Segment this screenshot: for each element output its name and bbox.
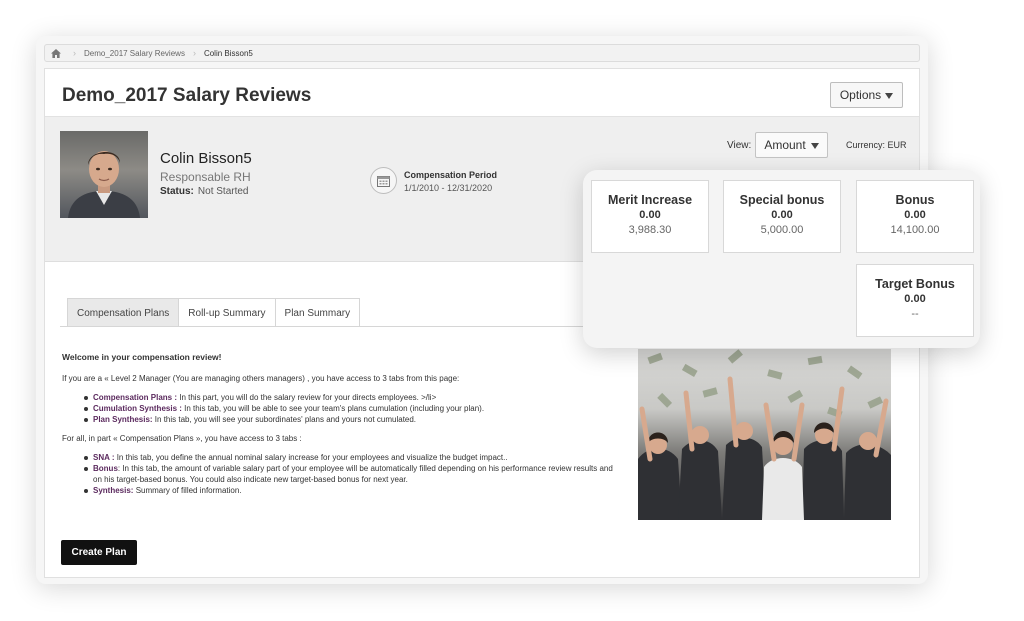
- stat-title: Bonus: [895, 193, 935, 207]
- compensation-summary-card: Merit Increase 0.00 3,988.30 Special bon…: [583, 170, 980, 348]
- breadcrumb-item-review[interactable]: Demo_2017 Salary Reviews: [84, 49, 185, 58]
- welcome-content: Welcome in your compensation review! If …: [62, 352, 622, 504]
- options-label: Options: [839, 88, 882, 102]
- breadcrumb-item-employee: Colin Bisson5: [203, 48, 253, 58]
- welcome-heading: Welcome in your compensation review!: [62, 352, 222, 362]
- period-label: Compensation Period: [404, 170, 498, 180]
- stat-sub: --: [911, 308, 919, 320]
- stat-title: Special bonus: [739, 193, 825, 207]
- stat-title: Merit Increase: [607, 193, 693, 207]
- list-item: Bonus: In this tab, the amount of variab…: [84, 463, 622, 485]
- list-item-text: : In this tab, the amount of variable sa…: [93, 464, 613, 484]
- list-item: Synthesis: Summary of filled information…: [84, 485, 622, 496]
- stat-sub: 14,100.00: [890, 224, 940, 236]
- list-item-text: In this tab, you will see your subordina…: [152, 415, 417, 424]
- list-item-key: Compensation Plans :: [93, 393, 178, 402]
- home-icon[interactable]: [51, 48, 65, 58]
- stat-special-bonus: Special bonus 0.00 5,000.00: [723, 180, 841, 253]
- stat-target-bonus: Target Bonus 0.00 --: [856, 264, 974, 337]
- stat-merit-increase: Merit Increase 0.00 3,988.30: [591, 180, 709, 253]
- list-item-key: SNA :: [93, 453, 115, 462]
- view-select-value: Amount: [764, 138, 806, 152]
- tab-plan-summary[interactable]: Plan Summary: [274, 298, 361, 327]
- list-item-key: Bonus: [93, 464, 118, 473]
- create-plan-button[interactable]: Create Plan: [61, 540, 137, 565]
- tab-divider: [60, 326, 620, 327]
- status-label: Status:: [160, 186, 194, 197]
- stat-title: Target Bonus: [875, 277, 955, 291]
- list-item-key: Plan Synthesis:: [93, 415, 153, 424]
- currency-label: Currency: EUR: [846, 140, 907, 150]
- stat-value: 0.00: [904, 209, 926, 221]
- subtabs-list: SNA : In this tab, you define the annual…: [62, 452, 622, 496]
- options-button[interactable]: Options: [830, 82, 903, 108]
- tab-compensation-plans[interactable]: Compensation Plans: [67, 298, 180, 327]
- list-item: Plan Synthesis: In this tab, you will se…: [84, 414, 622, 425]
- view-select[interactable]: Amount: [755, 132, 828, 158]
- tab-rollup-summary[interactable]: Roll-up Summary: [178, 298, 276, 327]
- caret-down-icon: [885, 88, 894, 102]
- employee-role: Responsable RH: [160, 170, 251, 184]
- celebration-photo: [638, 349, 891, 520]
- list-item-key: Synthesis:: [93, 486, 134, 495]
- stat-bonus: Bonus 0.00 14,100.00: [856, 180, 974, 253]
- stat-value: 0.00: [639, 209, 661, 221]
- breadcrumb: › Demo_2017 Salary Reviews › Colin Bisso…: [44, 44, 920, 62]
- list-item: Compensation Plans : In this part, you w…: [84, 392, 622, 403]
- list-item-text: In this tab, you will be able to see you…: [181, 404, 485, 413]
- tab-bar: Compensation Plans Roll-up Summary Plan …: [67, 298, 361, 327]
- breadcrumb-separator: ›: [192, 48, 196, 58]
- intro2-text: For all, in part « Compensation Plans »,…: [62, 434, 302, 443]
- stat-sub: 3,988.30: [628, 224, 672, 236]
- avatar: [60, 131, 148, 218]
- list-item: SNA : In this tab, you define the annual…: [84, 452, 622, 463]
- list-item-text: In this tab, you define the annual nomin…: [114, 453, 508, 462]
- intro-text: If you are a « Level 2 Manager (You are …: [62, 374, 460, 383]
- calendar-icon: [370, 167, 397, 194]
- list-item-text: Summary of filled information.: [133, 486, 242, 495]
- period-value: 1/1/2010 - 12/31/2020: [404, 183, 493, 193]
- list-item: Cumulation Synthesis : In this tab, you …: [84, 403, 622, 414]
- tabs-list: Compensation Plans : In this part, you w…: [62, 392, 622, 425]
- caret-down-icon: [810, 138, 819, 152]
- status-value: Not Started: [197, 186, 249, 197]
- stat-value: 0.00: [904, 293, 926, 305]
- breadcrumb-separator: ›: [73, 48, 76, 58]
- view-label: View:: [727, 140, 752, 151]
- stat-value: 0.00: [771, 209, 793, 221]
- employee-status: Status: Not Started: [160, 186, 249, 197]
- list-item-key: Cumulation Synthesis :: [93, 404, 182, 413]
- stat-sub: 5,000.00: [760, 224, 804, 236]
- list-item-text: In this part, you will do the salary rev…: [177, 393, 437, 402]
- employee-name: Colin Bisson5: [160, 150, 252, 167]
- page-title: Demo_2017 Salary Reviews: [62, 85, 312, 106]
